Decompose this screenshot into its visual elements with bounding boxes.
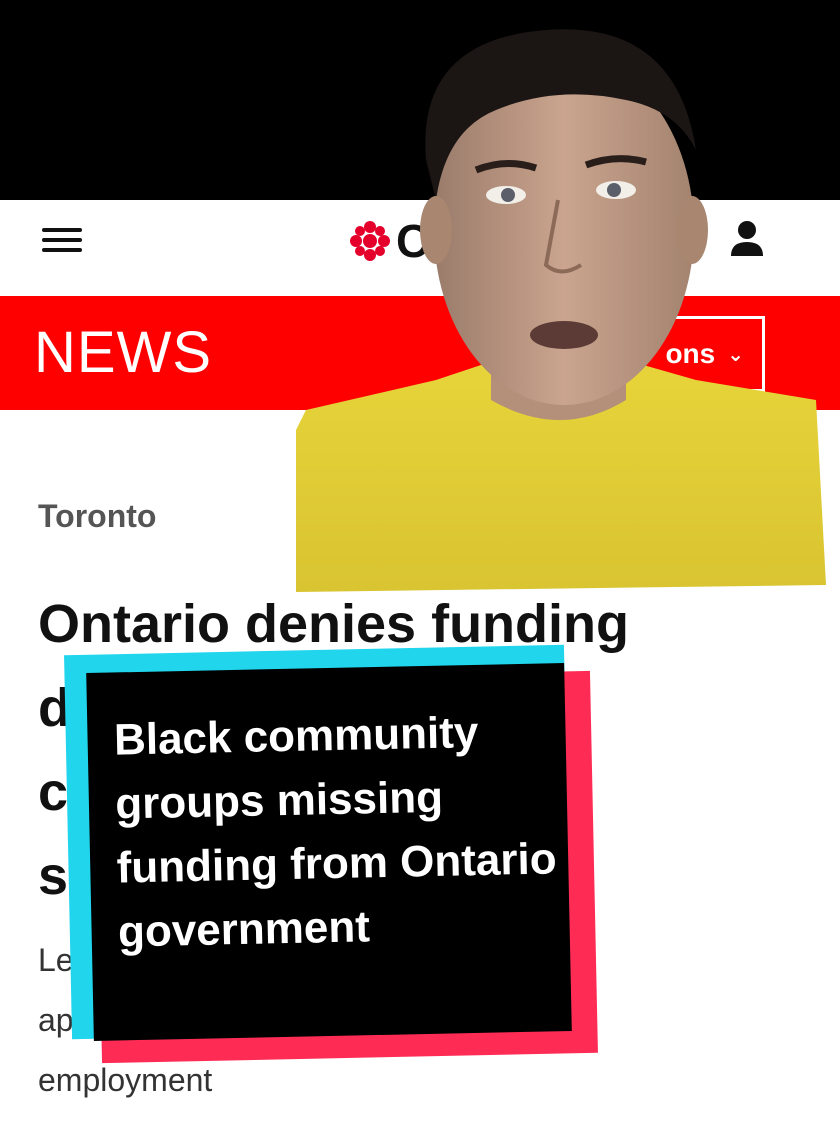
presenter-video-overlay — [296, 29, 826, 592]
news-title: NEWS — [34, 320, 212, 385]
article-location[interactable]: Toronto — [38, 498, 156, 535]
caption-text: Black community groups missing funding f… — [113, 708, 558, 957]
hamburger-menu-icon[interactable] — [42, 226, 82, 256]
caption-overlay: Black community groups missing funding f… — [64, 644, 598, 1064]
